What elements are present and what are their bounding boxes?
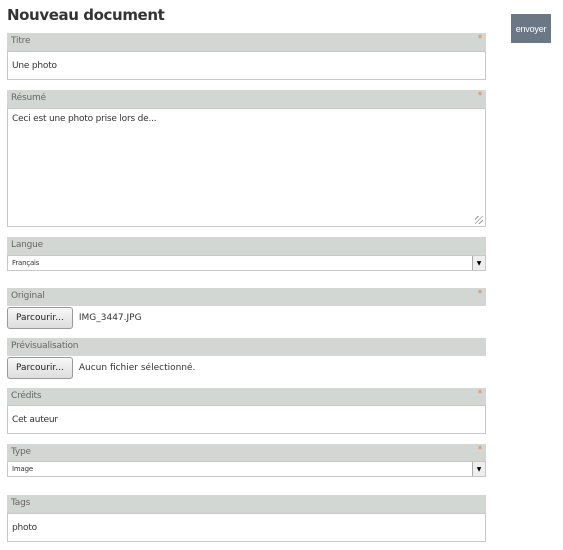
label-text: Langue xyxy=(11,240,43,250)
titre-input[interactable]: Une photo xyxy=(7,51,486,80)
required-icon: * xyxy=(477,289,483,299)
type-select[interactable]: Image ▼ xyxy=(7,461,486,477)
langue-label: Langue xyxy=(7,237,486,255)
submit-button[interactable]: envoyer xyxy=(511,14,551,43)
tags-input[interactable]: photo xyxy=(7,513,486,542)
label-text: Prévisualisation xyxy=(11,341,79,351)
browse-button[interactable]: Parcourir... xyxy=(7,307,73,329)
label-text: Tags xyxy=(11,498,31,508)
required-icon: * xyxy=(477,389,483,399)
label-text: Type xyxy=(11,447,31,457)
resume-label: Résumé * xyxy=(7,90,486,108)
langue-select[interactable]: Français ▼ xyxy=(7,255,486,271)
previsualisation-file-input: Parcourir... Aucun fichier sélectionné. xyxy=(7,357,195,379)
previsualisation-label: Prévisualisation xyxy=(7,338,486,356)
original-label: Original * xyxy=(7,288,486,306)
file-name: IMG_3447.JPG xyxy=(78,313,142,323)
required-icon: * xyxy=(477,445,483,455)
langue-value: Français xyxy=(12,259,40,267)
resume-text: Ceci est une photo prise lors de... xyxy=(12,114,157,124)
credits-label: Crédits * xyxy=(7,388,486,406)
titre-label: Titre * xyxy=(7,33,486,51)
type-label: Type * xyxy=(7,444,486,462)
file-name: Aucun fichier sélectionné. xyxy=(78,363,196,373)
page-title: Nouveau document xyxy=(7,6,165,24)
chevron-down-icon[interactable]: ▼ xyxy=(472,256,485,270)
resize-grip-icon[interactable] xyxy=(475,216,483,224)
required-icon: * xyxy=(477,91,483,101)
resume-textarea[interactable]: Ceci est une photo prise lors de... xyxy=(7,108,486,227)
label-text: Original xyxy=(11,291,45,301)
credits-input[interactable]: Cet auteur xyxy=(7,405,486,434)
type-value: Image xyxy=(12,465,33,473)
required-icon: * xyxy=(477,34,483,44)
label-text: Titre xyxy=(11,36,31,46)
label-text: Crédits xyxy=(11,391,42,401)
original-file-input: Parcourir... IMG_3447.JPG xyxy=(7,307,142,329)
browse-button[interactable]: Parcourir... xyxy=(7,357,73,379)
label-text: Résumé xyxy=(11,93,46,103)
chevron-down-icon[interactable]: ▼ xyxy=(472,462,485,476)
tags-label: Tags xyxy=(7,495,486,513)
